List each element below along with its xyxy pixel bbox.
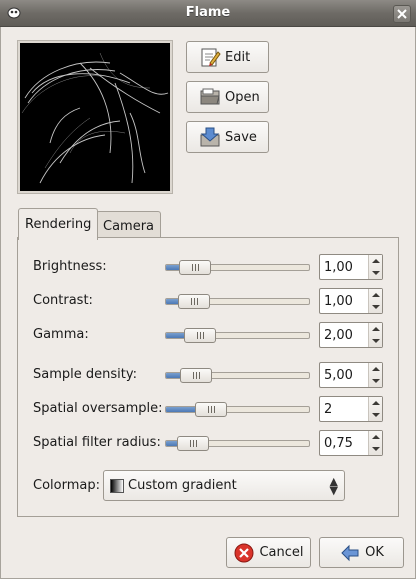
decrement-arrow-icon[interactable] — [372, 271, 380, 275]
setting-slider[interactable] — [165, 368, 310, 383]
setting-label: Brightness: — [33, 259, 107, 274]
spinbutton-value[interactable]: 1,00 — [324, 260, 353, 275]
increment-arrow-icon[interactable] — [372, 293, 380, 297]
slider-handle[interactable] — [180, 368, 212, 383]
setting-label: Spatial filter radius: — [33, 435, 161, 450]
title-bar: Flame — [0, 0, 416, 27]
save-button-label: Save — [225, 129, 257, 145]
edit-icon — [199, 46, 221, 68]
increment-arrow-icon[interactable] — [372, 401, 380, 405]
decrement-arrow-icon[interactable] — [372, 305, 380, 309]
setting-label: Contrast: — [33, 293, 93, 308]
slider-handle[interactable] — [178, 294, 210, 309]
increment-arrow-icon[interactable] — [372, 367, 380, 371]
increment-arrow-icon[interactable] — [372, 327, 380, 331]
decrement-arrow-icon[interactable] — [372, 379, 380, 383]
spinbutton-value[interactable]: 2 — [324, 402, 332, 417]
increment-arrow-icon[interactable] — [372, 259, 380, 263]
spinbutton-value[interactable]: 5,00 — [324, 368, 353, 383]
slider-handle[interactable] — [177, 436, 209, 451]
spin-arrows[interactable] — [368, 363, 382, 387]
open-icon — [199, 86, 221, 108]
decrement-arrow-icon[interactable] — [372, 447, 380, 451]
edit-button[interactable]: Edit — [186, 41, 269, 73]
window-title: Flame — [185, 5, 231, 20]
ok-button-label: OK — [365, 545, 384, 560]
combo-arrows-icon: ▲ ▼ — [329, 475, 338, 497]
setting-spinbutton[interactable]: 1,00 — [319, 254, 383, 280]
tab-camera-label: Camera — [103, 219, 155, 234]
increment-arrow-icon[interactable] — [372, 435, 380, 439]
slider-handle[interactable] — [179, 260, 211, 275]
ok-button[interactable]: OK — [319, 537, 404, 568]
colormap-select[interactable]: Custom gradient ▲ ▼ — [103, 470, 345, 501]
slider-handle[interactable] — [184, 328, 216, 343]
edit-button-label: Edit — [225, 49, 251, 65]
setting-label: Spatial oversample: — [33, 401, 163, 416]
spin-arrows[interactable] — [368, 397, 382, 421]
setting-spinbutton[interactable]: 2,00 — [319, 322, 383, 348]
setting-spinbutton[interactable]: 5,00 — [319, 362, 383, 388]
colormap-selected-value: Custom gradient — [128, 478, 237, 493]
colormap-label: Colormap: — [33, 478, 100, 493]
setting-slider[interactable] — [165, 260, 310, 275]
decrement-arrow-icon[interactable] — [372, 413, 380, 417]
decrement-arrow-icon[interactable] — [372, 339, 380, 343]
cancel-button-label: Cancel — [259, 545, 304, 560]
cancel-icon — [233, 542, 255, 564]
setting-spinbutton[interactable]: 2 — [319, 396, 383, 422]
open-button[interactable]: Open — [186, 81, 269, 113]
setting-label: Gamma: — [33, 327, 89, 342]
setting-slider[interactable] — [165, 402, 310, 417]
flame-preview — [17, 40, 173, 194]
close-window-icon[interactable] — [393, 5, 411, 23]
ok-icon — [339, 542, 361, 564]
spin-arrows[interactable] — [368, 431, 382, 455]
open-button-label: Open — [225, 89, 260, 105]
spin-arrows[interactable] — [368, 289, 382, 313]
cancel-button[interactable]: Cancel — [226, 537, 311, 568]
setting-spinbutton[interactable]: 1,00 — [319, 288, 383, 314]
slider-handle[interactable] — [195, 402, 227, 417]
save-button[interactable]: Save — [186, 121, 269, 153]
gradient-swatch-icon — [110, 479, 124, 493]
save-icon — [199, 126, 221, 148]
spin-arrows[interactable] — [368, 323, 382, 347]
setting-spinbutton[interactable]: 0,75 — [319, 430, 383, 456]
setting-slider[interactable] — [165, 328, 310, 343]
tab-rendering-label: Rendering — [25, 217, 92, 232]
tab-rendering[interactable]: Rendering — [18, 208, 99, 240]
setting-slider[interactable] — [165, 294, 310, 309]
setting-label: Sample density: — [33, 367, 137, 382]
spinbutton-value[interactable]: 2,00 — [324, 328, 353, 343]
setting-slider[interactable] — [165, 436, 310, 451]
spinbutton-value[interactable]: 1,00 — [324, 294, 353, 309]
spin-arrows[interactable] — [368, 255, 382, 279]
spinbutton-value[interactable]: 0,75 — [324, 436, 353, 451]
